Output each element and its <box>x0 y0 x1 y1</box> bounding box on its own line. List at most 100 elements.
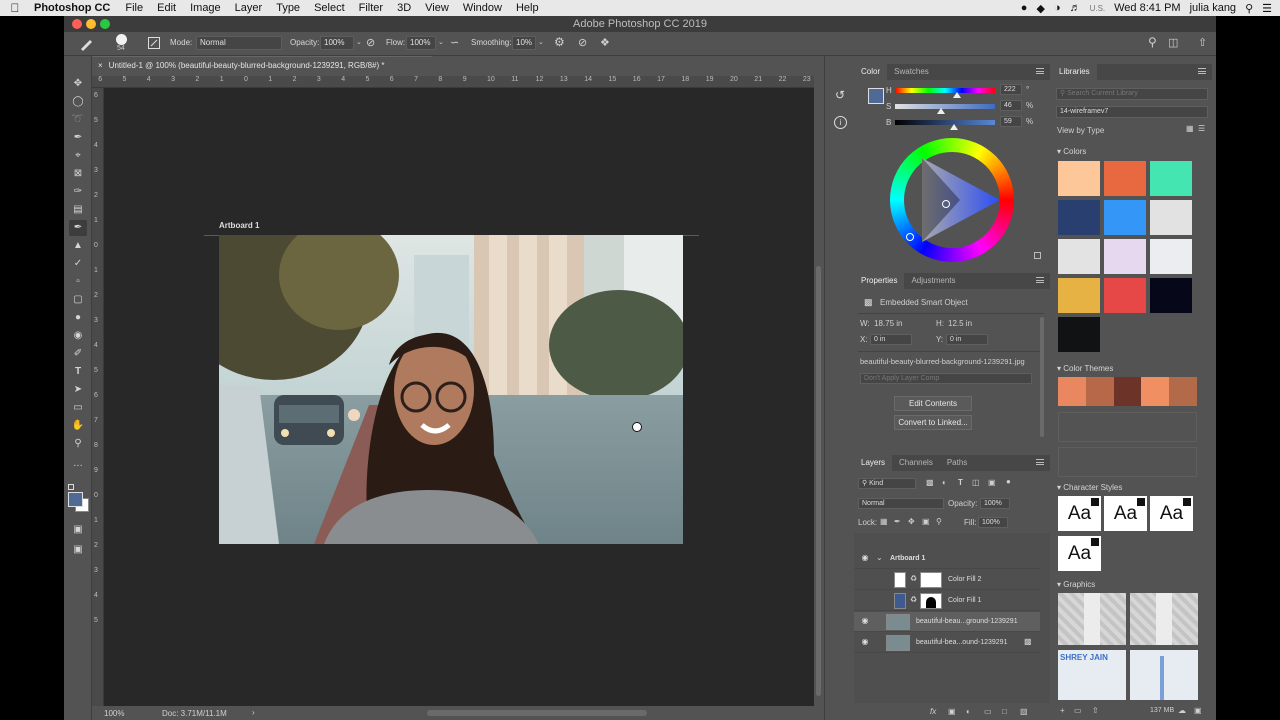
layer-comp-select[interactable]: Don't Apply Layer Comp <box>860 373 1032 384</box>
screen-mode-icon[interactable]: ▣ <box>69 542 87 558</box>
smoothing-settings-icon[interactable]: ⚙ <box>554 35 565 49</box>
graphic-thumb-4[interactable] <box>1130 650 1198 700</box>
tab-channels[interactable]: Channels <box>892 455 940 471</box>
layer-row-photo-copy[interactable]: ◉ beautiful-beau...ground-1239291 <box>854 612 1040 632</box>
chevron-down-icon[interactable]: ⌄ <box>438 38 444 46</box>
history-panel-icon[interactable]: ↺ <box>835 88 845 102</box>
themes-section-header[interactable]: ▾ Color Themes <box>1057 364 1113 373</box>
mode-select[interactable]: Normal <box>196 36 282 50</box>
brightness-field[interactable]: 59 <box>1000 116 1022 127</box>
library-color-swatch[interactable] <box>1058 239 1100 274</box>
input-source[interactable]: U.S. <box>1090 4 1106 13</box>
blur-tool-icon[interactable]: ● <box>69 310 87 326</box>
layer-filter-select[interactable]: ⚲ Kind <box>858 478 916 489</box>
menu-layer[interactable]: Layer <box>228 2 270 14</box>
color-panel-resize-icon[interactable] <box>1034 252 1041 259</box>
vertical-ruler[interactable]: 6 5 4 3 2 1 0 1 2 3 4 5 6 7 8 9 0 1 2 3 4 5 <box>92 88 104 706</box>
eye-icon[interactable]: ◉ <box>860 616 870 626</box>
tab-swatches[interactable]: Swatches <box>887 64 936 80</box>
creative-cloud-icon[interactable]: ● <box>1021 2 1028 14</box>
lock-image-icon[interactable]: ✒ <box>894 517 901 526</box>
edit-contents-button[interactable]: Edit Contents <box>894 396 972 411</box>
filter-toggle-icon[interactable]: ● <box>1006 477 1011 486</box>
path-selection-tool-icon[interactable]: ➤ <box>69 382 87 398</box>
convert-to-linked-button[interactable]: Convert to Linked... <box>894 415 972 430</box>
eye-icon[interactable]: ◉ <box>860 637 870 647</box>
close-icon[interactable] <box>72 19 82 29</box>
fill-color-thumb[interactable] <box>894 593 906 609</box>
brush-settings-icon[interactable] <box>148 37 160 49</box>
eye-hidden-icon[interactable]: □ <box>860 595 870 605</box>
default-colors-icon[interactable] <box>68 484 74 490</box>
color-theme-strip[interactable] <box>1058 377 1197 406</box>
chevron-down-icon[interactable]: ⌄ <box>876 553 883 562</box>
artboard-photo[interactable] <box>219 235 683 544</box>
crop-tool-icon[interactable]: ⌖ <box>69 148 87 164</box>
layer-row-photo[interactable]: ◉ beautiful-bea...ound-1239291 ▩ <box>854 633 1040 653</box>
library-color-swatch[interactable] <box>1104 278 1146 313</box>
horizontal-scrollbar[interactable] <box>427 710 647 716</box>
library-color-swatch[interactable] <box>1104 200 1146 235</box>
panel-menu-icon[interactable] <box>1036 68 1044 74</box>
dropbox-icon[interactable]: ◆ <box>1036 2 1044 15</box>
color-picker-marker[interactable] <box>942 200 950 208</box>
height-value[interactable]: 12.5 in <box>948 319 972 328</box>
library-color-swatch[interactable] <box>1058 317 1100 352</box>
menu-help[interactable]: Help <box>509 2 546 14</box>
info-panel-icon[interactable]: i <box>834 116 847 129</box>
x-field[interactable]: 0 in <box>870 334 912 345</box>
filter-pixel-icon[interactable]: ▩ <box>926 478 934 487</box>
library-color-swatch[interactable] <box>1150 161 1192 196</box>
healing-brush-tool-icon[interactable]: ▤ <box>69 202 87 218</box>
airbrush-icon[interactable]: ∽ <box>450 36 459 49</box>
lock-position-icon[interactable]: ✥ <box>908 517 915 526</box>
layer-row-artboard[interactable]: ◉ ⌄ Artboard 1 <box>854 549 1040 569</box>
layer-row-color-fill-1[interactable]: □ ♻ Color Fill 1 <box>854 591 1040 611</box>
frame-tool-icon[interactable]: ⊠ <box>69 166 87 182</box>
library-color-swatch[interactable] <box>1058 200 1100 235</box>
notification-icon[interactable]: ☰ <box>1262 2 1272 15</box>
tab-layers[interactable]: Layers <box>854 455 893 471</box>
brush-tool-icon[interactable]: ✒ <box>69 220 87 236</box>
menu-type[interactable]: Type <box>269 2 307 14</box>
horizontal-ruler[interactable]: 6 5 4 3 2 1 0 1 2 3 4 5 6 7 8 9 10 11 12 13 14 15 16 17 18 19 20 21… <box>92 76 814 88</box>
menu-view[interactable]: View <box>418 2 456 14</box>
library-color-swatch[interactable] <box>1104 161 1146 196</box>
dodge-tool-icon[interactable]: ◉ <box>69 328 87 344</box>
panel-menu-icon[interactable] <box>1036 277 1044 283</box>
upload-icon[interactable]: ⇧ <box>1092 706 1099 715</box>
eye-hidden-icon[interactable]: □ <box>860 574 870 584</box>
zoom-level[interactable]: 100% <box>104 709 124 718</box>
stock-icon[interactable]: ▣ <box>1194 706 1202 715</box>
move-tool-icon[interactable]: ✥ <box>69 76 87 92</box>
apple-icon[interactable]:  <box>0 1 30 15</box>
minimize-icon[interactable] <box>86 19 96 29</box>
saturation-slider-thumb[interactable] <box>937 108 945 114</box>
doc-size[interactable]: Doc: 3.71M/11.1M <box>162 709 227 718</box>
filter-adjustment-icon[interactable]: ◐ <box>942 478 947 487</box>
brightness-slider-thumb[interactable] <box>950 124 958 130</box>
library-search-input[interactable]: ⚲ Search Current Library <box>1056 88 1208 100</box>
zoom-icon[interactable] <box>100 19 110 29</box>
foreground-color-swatch[interactable] <box>68 492 83 507</box>
empty-theme-slot[interactable] <box>1058 412 1197 442</box>
type-tool-icon[interactable]: T <box>69 364 87 380</box>
character-style-4[interactable]: Aa <box>1058 536 1101 571</box>
library-color-swatch[interactable] <box>1150 239 1192 274</box>
rectangle-tool-icon[interactable]: ▭ <box>69 400 87 416</box>
app-menu[interactable]: Photoshop CC <box>30 2 118 14</box>
new-adjustment-icon[interactable]: ◐ <box>966 707 971 716</box>
cloud-sync-icon[interactable]: ☁ <box>1178 706 1186 715</box>
wifi-icon[interactable]: ◑ <box>1054 2 1061 14</box>
document-tab[interactable]: × Untitled-1 @ 100% (beautiful-beauty-blu… <box>92 56 432 76</box>
grid-view-icon[interactable]: ▦ <box>1186 124 1194 133</box>
menu-window[interactable]: Window <box>456 2 509 14</box>
brush-tool-preset-icon[interactable] <box>78 37 96 51</box>
vertical-scrollbar[interactable] <box>814 76 824 706</box>
link-icon[interactable]: ♻ <box>910 595 917 604</box>
panel-menu-icon[interactable] <box>1036 459 1044 465</box>
filter-smart-object-icon[interactable]: ▣ <box>988 478 996 487</box>
eye-icon[interactable]: ◉ <box>860 553 870 563</box>
close-tab-icon[interactable]: × <box>98 61 103 70</box>
chevron-down-icon[interactable]: ⌄ <box>538 38 544 46</box>
